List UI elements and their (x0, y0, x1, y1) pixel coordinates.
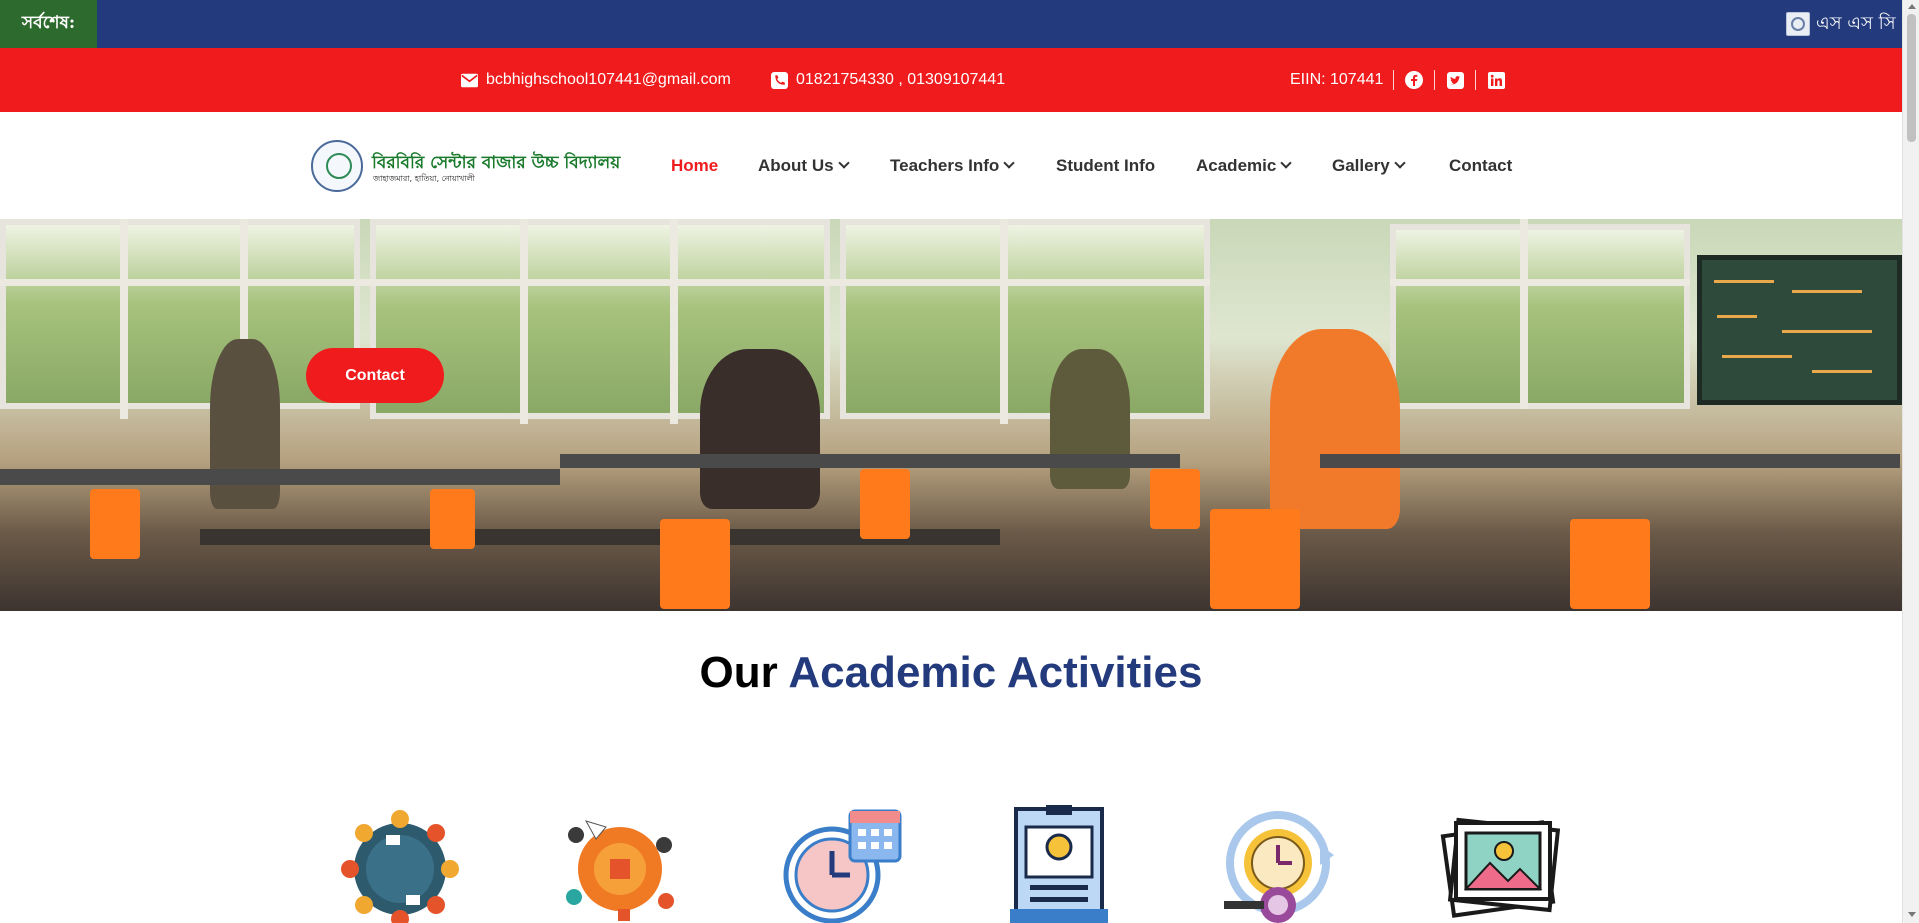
desk (560, 454, 1180, 468)
ticker-label: সর্বশেষ: (0, 0, 97, 48)
section-title-part2: Academic Activities (788, 648, 1203, 697)
scroll-down-icon[interactable] (1908, 912, 1916, 917)
chevron-down-icon (837, 157, 850, 169)
window-frame (1390, 279, 1690, 286)
ticker-item-text: এস এস সি প (1816, 12, 1902, 34)
window-frame (670, 219, 678, 424)
divider (1475, 70, 1477, 90)
chair (860, 469, 910, 539)
nav-gallery[interactable]: Gallery (1332, 112, 1406, 219)
school-logo-icon (1786, 12, 1810, 36)
window-frame (120, 219, 128, 419)
group-discussion-icon[interactable] (336, 805, 466, 923)
eiin-text: EIIN: 107441 (1290, 71, 1384, 88)
email-text: bcbhighschool107441@gmail.com (486, 71, 731, 88)
chevron-down-icon (1003, 157, 1015, 169)
nav-teachers-info[interactable]: Teachers Info (890, 112, 1015, 219)
desk (0, 469, 560, 485)
contact-topbar: bcbhighschool107441@gmail.com 0182175433… (0, 48, 1902, 112)
student-figure (700, 349, 820, 509)
chalkboard (1697, 255, 1902, 405)
window-frame (520, 219, 528, 424)
nav-student-info[interactable]: Student Info (1056, 112, 1155, 219)
ticker-item[interactable]: এস এস সি প (1786, 0, 1902, 48)
email-contact[interactable]: bcbhighschool107441@gmail.com (461, 48, 731, 112)
nav-academic[interactable]: Academic (1196, 112, 1292, 219)
linkedin-icon[interactable] (1486, 70, 1506, 90)
eiin-social-group: EIIN: 107441 (1290, 48, 1506, 112)
window-frame (0, 279, 1210, 286)
chair (90, 489, 140, 559)
nav-home[interactable]: Home (671, 112, 718, 219)
chevron-down-icon (1393, 157, 1406, 169)
scroll-thumb[interactable] (1907, 14, 1916, 142)
target-time-icon[interactable] (1216, 805, 1346, 923)
student-figure (1270, 329, 1400, 529)
hero-banner: Contact (0, 219, 1902, 611)
divider (1434, 70, 1436, 90)
site-header: বিরবিরি সেন্টার বাজার উচ্চ বিদ্যালয় জাহ… (0, 112, 1902, 219)
school-logo[interactable] (311, 140, 363, 192)
phone-text: 01821754330 , 01309107441 (796, 71, 1006, 88)
section-title-part1: Our (699, 648, 778, 697)
chevron-down-icon (1280, 157, 1292, 169)
teamwork-icon[interactable] (556, 805, 686, 923)
desk (1320, 454, 1900, 468)
school-address: জাহাজমারা, হাতিয়া, নোয়াখালী (373, 174, 475, 183)
classroom-window (1390, 224, 1690, 409)
section-title: Our Academic Activities (0, 648, 1902, 698)
schedule-icon[interactable] (776, 805, 906, 923)
gallery-icon[interactable] (1436, 805, 1566, 923)
chair (660, 519, 730, 609)
hero-contact-button[interactable]: Contact (306, 348, 444, 403)
chair (1570, 519, 1650, 609)
window-frame (1520, 219, 1528, 409)
phone-icon (771, 71, 788, 89)
idea-board-icon[interactable] (996, 805, 1126, 923)
news-ticker: সর্বশেষ: এস এস সি প (0, 0, 1902, 48)
facebook-icon[interactable] (1404, 70, 1424, 90)
nav-about-us[interactable]: About Us (758, 112, 850, 219)
chair (1210, 509, 1300, 609)
page-scrollbar[interactable] (1902, 0, 1919, 923)
divider (1393, 70, 1395, 90)
phone-contact[interactable]: 01821754330 , 01309107441 (771, 48, 1005, 112)
nav-contact[interactable]: Contact (1449, 112, 1512, 219)
envelope-icon (461, 73, 478, 87)
chair (430, 489, 475, 549)
window-frame (1000, 219, 1008, 424)
twitter-icon[interactable] (1445, 70, 1465, 90)
student-figure (1050, 349, 1130, 489)
scroll-up-icon[interactable] (1908, 4, 1916, 9)
chair (1150, 469, 1200, 529)
classroom-window (840, 219, 1210, 419)
